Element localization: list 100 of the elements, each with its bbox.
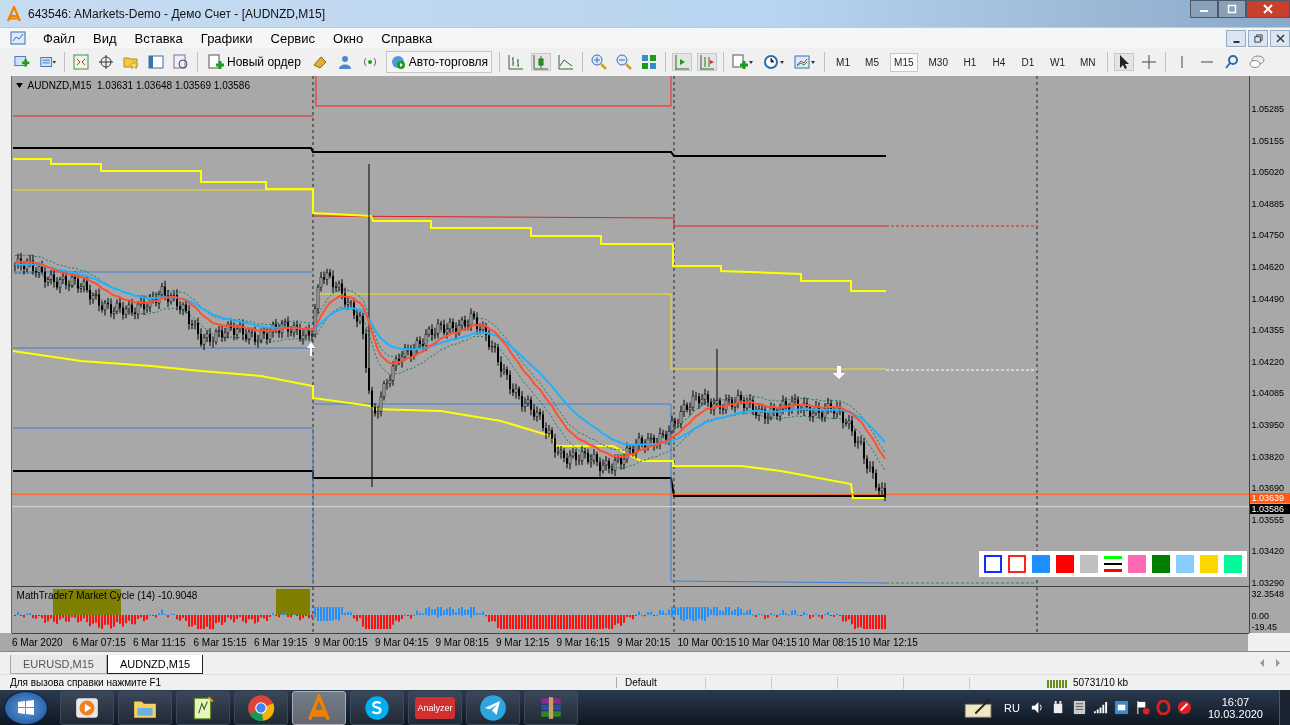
price-tick-label: 1.03820 [1250,451,1286,462]
menu-item[interactable]: Вставка [125,30,192,46]
time-tick-label: 10 Mar 12:15 [859,636,919,648]
chat-icon[interactable] [1247,54,1266,70]
clock-date[interactable]: 10.03.2020 [1207,707,1263,720]
chart-window-icon[interactable] [10,30,26,46]
zoom-in-icon[interactable] [590,54,609,70]
down-arrow-icon [832,366,845,379]
new-chart-icon[interactable] [14,54,32,70]
indicators-icon[interactable] [731,54,756,70]
menu-item[interactable]: Окно [324,30,373,46]
document-icon[interactable] [1071,700,1087,715]
timeframe-button[interactable]: MN [1075,52,1100,72]
taskbar-app-button[interactable] [118,690,172,725]
color-swatch[interactable] [983,555,1002,573]
timeframe-button[interactable]: M30 [924,52,952,72]
chat-app-icon [363,693,391,722]
taskbar-app-button[interactable]: Analyzer [408,690,462,725]
menu-item[interactable]: Файл [34,30,84,46]
start-button[interactable] [4,690,48,725]
close-button[interactable] [1246,0,1290,18]
timeframe-button[interactable]: M15 [890,52,918,72]
gauge-icon[interactable] [1176,700,1192,715]
minimize-button[interactable] [1190,0,1218,18]
zoom-out-icon[interactable] [615,54,634,70]
taskbar-app-button[interactable] [350,690,404,725]
speaker-icon[interactable] [1029,700,1045,715]
candlestick-icon[interactable] [532,54,551,70]
maximize-button[interactable] [1218,0,1246,18]
color-swatch[interactable] [1151,555,1170,573]
time-tick-label: 10 Mar 00:15 [677,636,738,648]
menu-item[interactable]: Сервис [261,30,325,46]
timeframe-button[interactable]: H1 [958,52,981,72]
price-tick-label: 1.04490 [1250,293,1286,304]
folder-star-icon[interactable] [122,54,140,70]
profiles-icon[interactable] [39,54,57,70]
restore-button[interactable] [1248,29,1268,47]
time-tick-label: 9 Mar 00:15 [314,636,369,648]
taskbar-app-button[interactable] [234,690,288,725]
pen-tablet-icon[interactable] [964,696,995,719]
chart-shift-icon[interactable] [698,54,717,70]
dropdown-icon[interactable] [15,83,23,88]
status-help-text: Для вызова справки нажмите F1 [10,677,163,688]
scroll-arrows-icon[interactable] [1260,659,1280,667]
chart-tab[interactable]: AUDNZD,M15 [106,655,204,674]
time-tick-label: 10 Mar 08:15 [798,636,859,648]
price-tick-label: 1.03690 [1250,483,1286,494]
templates-icon[interactable] [793,54,818,70]
search-icon[interactable] [1222,54,1241,70]
taskbar-app-button[interactable] [60,690,114,725]
cursor-icon[interactable] [1114,54,1133,70]
timeframe-button[interactable]: D1 [1016,52,1039,72]
timeframe-button[interactable]: M1 [832,52,855,72]
clock-time[interactable]: 16:07 [1221,695,1250,708]
market-watch-icon[interactable] [72,54,90,70]
play-badge-icon [389,54,406,70]
language-indicator[interactable]: RU [1004,701,1020,714]
line-chart-icon[interactable] [557,54,576,70]
ask-price-label: 1.03639 [1249,493,1290,503]
color-swatch[interactable] [1223,555,1242,573]
menu-item[interactable]: Графики [191,30,262,46]
clock-icon[interactable] [762,54,787,70]
bar-chart-icon[interactable] [507,54,526,70]
timeframe-button[interactable]: W1 [1045,52,1069,72]
menu-item[interactable]: Справка [372,30,442,46]
keyboard-icon[interactable] [1113,700,1129,715]
color-swatch[interactable] [1007,555,1026,573]
tile-windows-icon[interactable] [640,54,659,70]
line-style-icon[interactable] [1103,555,1122,573]
windows-logo-icon [16,697,36,718]
taskbar-app-button[interactable] [524,690,578,725]
tester-icon[interactable] [172,54,190,70]
timeframe-button[interactable]: H4 [987,52,1010,72]
signal-strength-icon[interactable] [1092,700,1108,715]
price-tick-label: 1.04885 [1250,198,1286,209]
window-panel-icon[interactable] [147,54,165,70]
color-swatch[interactable] [1175,555,1194,573]
color-swatch[interactable] [1199,555,1218,573]
auto-scroll-icon[interactable] [673,54,692,70]
color-swatch[interactable] [1127,555,1146,573]
menu-item[interactable]: Вид [83,30,126,46]
chart-tab[interactable]: EURUSD,M15 [10,655,107,674]
color-swatch[interactable] [1055,555,1074,573]
ring-icon[interactable] [1155,700,1171,715]
close-icon [1263,4,1273,14]
time-tick-label: 9 Mar 16:15 [556,636,611,648]
auto-trading-button[interactable]: Авто-торговля [385,51,493,73]
price-tick-label: 1.03420 [1250,546,1286,557]
timeframe-button[interactable]: M5 [861,52,884,72]
price-tick-label: 1.04620 [1250,261,1286,272]
taskbar-app-button[interactable] [176,690,230,725]
new-order-button[interactable]: Новый ордер [205,52,304,72]
minimize-button[interactable] [1226,29,1246,47]
close-button[interactable] [1270,29,1290,47]
taskbar-app-button[interactable] [466,690,520,725]
flag-error-icon[interactable] [1134,700,1150,715]
time-tick-label: 9 Mar 12:15 [496,636,551,648]
crosshair-icon[interactable] [97,54,115,70]
color-swatch[interactable] [1031,555,1050,573]
color-swatch[interactable] [1079,555,1098,573]
